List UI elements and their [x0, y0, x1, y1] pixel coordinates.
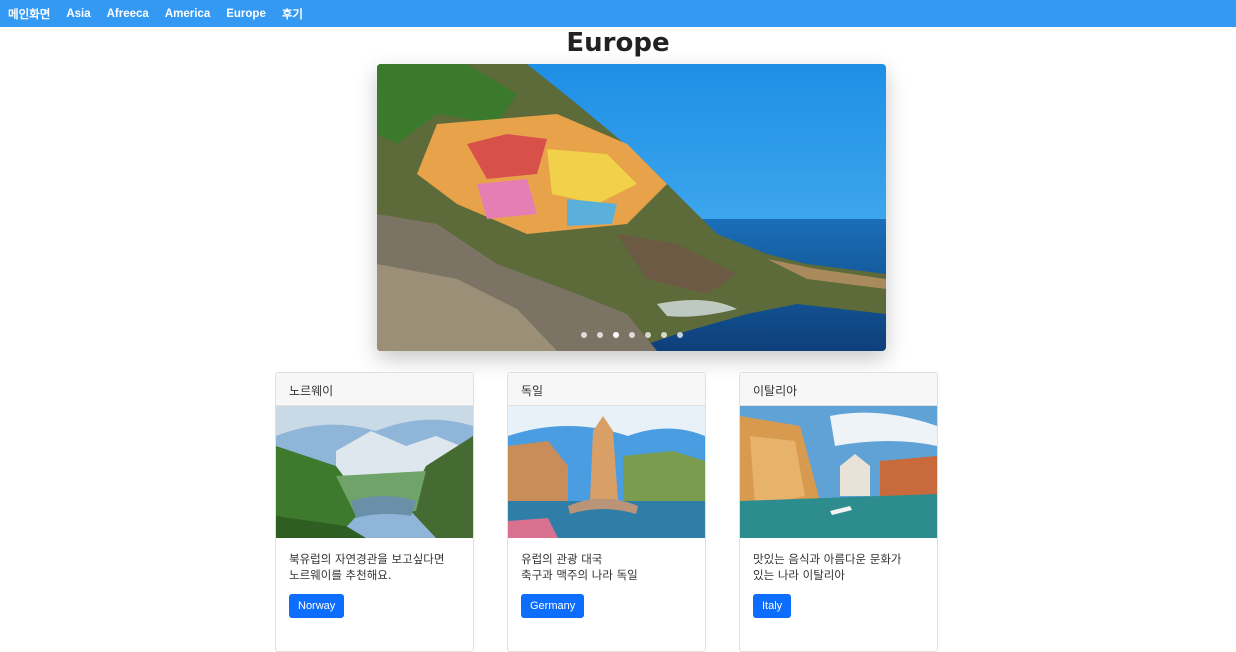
- card-body: 맛있는 음식과 아름다운 문화가 있는 나라 이탈리아 Italy: [740, 538, 937, 631]
- card-header: 독일: [508, 373, 705, 406]
- card-body: 유럽의 관광 대국 축구과 맥주의 나라 독일 Germany: [508, 538, 705, 631]
- card-header: 이탈리아: [740, 373, 937, 406]
- nav-america[interactable]: America: [165, 8, 210, 20]
- card-body: 북유럽의 자연경관을 보고싶다면 노르웨이를 추천해요. Norway: [276, 538, 473, 631]
- carousel-indicator-dot[interactable]: [628, 332, 635, 338]
- carousel-indicator-dot[interactable]: [660, 332, 667, 338]
- germany-town-image: [508, 406, 705, 538]
- hero-carousel[interactable]: [377, 64, 886, 351]
- card-description-line-2: 축구과 맥주의 나라 독일: [521, 568, 638, 582]
- nav-africa[interactable]: Afreeca: [107, 8, 149, 20]
- italy-venice-image: [740, 406, 937, 538]
- nav-asia[interactable]: Asia: [66, 8, 90, 20]
- carousel-indicators: [377, 332, 886, 338]
- carousel-indicator-dot[interactable]: [596, 332, 603, 338]
- italy-button[interactable]: Italy: [753, 594, 792, 618]
- carousel-indicator-dot[interactable]: [612, 332, 619, 338]
- card-description-line-2: 노르웨이를 추천해요.: [289, 568, 392, 582]
- nav-review[interactable]: 후기: [282, 6, 303, 22]
- norway-fjord-image: [276, 406, 473, 538]
- carousel-indicator-dot[interactable]: [676, 332, 683, 338]
- card-description-line-2: 있는 나라 이탈리아: [753, 568, 845, 582]
- nav-europe[interactable]: Europe: [226, 8, 266, 20]
- norway-button[interactable]: Norway: [289, 594, 345, 618]
- card-norway: 노르웨이 북유럽의 자연경관을 보고싶다면 노르웨이를 추천해요. Norway: [275, 372, 474, 652]
- card-italy: 이탈리아 맛있는 음식과 아름다운 문화가 있는 나라 이탈리아 Italy: [739, 372, 938, 652]
- top-navbar: 메인화면 Asia Afreeca America Europe 후기: [0, 0, 1236, 27]
- nav-home[interactable]: 메인화면: [8, 6, 50, 22]
- page-title: Europe: [566, 28, 670, 58]
- card-header: 노르웨이: [276, 373, 473, 406]
- hero-image-cinque-terre: [377, 64, 886, 351]
- carousel-indicator-dot[interactable]: [580, 332, 587, 338]
- card-description-line-1: 맛있는 음식과 아름다운 문화가: [753, 552, 902, 566]
- card-description-line-1: 북유럽의 자연경관을 보고싶다면: [289, 552, 445, 566]
- germany-button[interactable]: Germany: [521, 594, 585, 618]
- carousel-indicator-dot[interactable]: [644, 332, 651, 338]
- card-germany: 독일 유럽의 관광 대국 축구과 맥주의 나라 독일 Germany: [507, 372, 706, 652]
- card-description-line-1: 유럽의 관광 대국: [521, 552, 603, 566]
